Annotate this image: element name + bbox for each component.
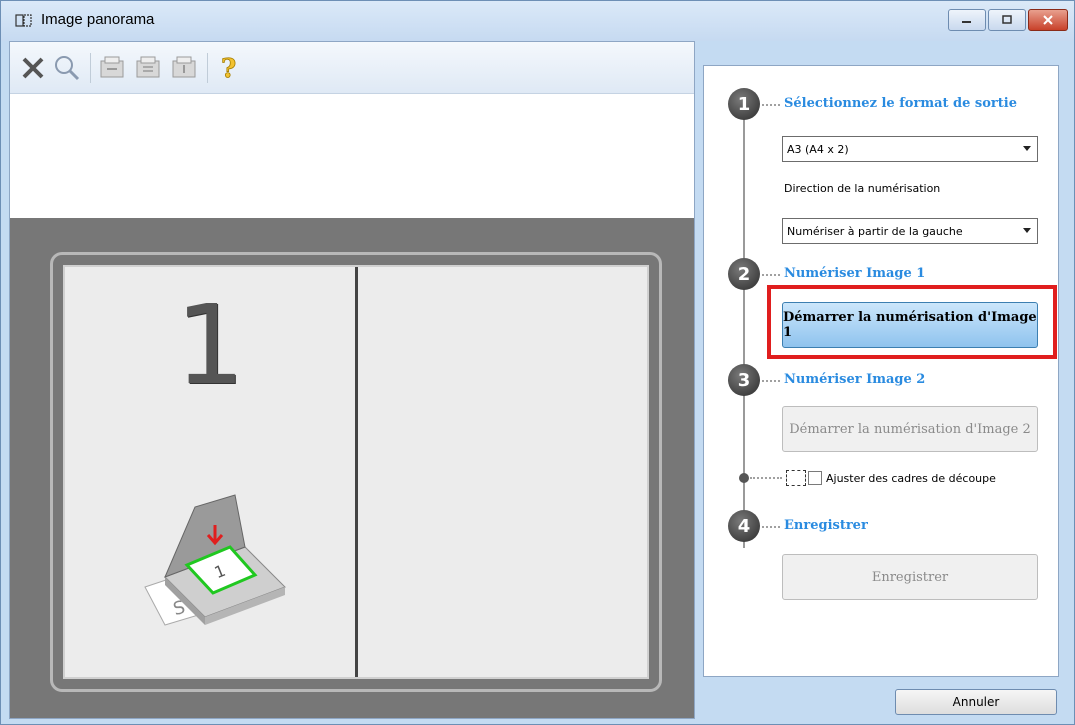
step1-label: Sélectionnez le format de sortie: [784, 96, 1017, 111]
step-connector: [762, 526, 780, 528]
window-controls: [946, 9, 1068, 31]
app-window: Image panorama ? 1 S 1 1 Sélectionnez le…: [0, 0, 1075, 725]
minimize-icon: [962, 21, 971, 23]
flip-button[interactable]: [167, 51, 201, 85]
step-badge-4: 4: [728, 510, 760, 542]
preview-area: 1 S 1: [10, 218, 694, 718]
delete-button[interactable]: [18, 51, 48, 85]
zoom-icon: [55, 55, 80, 80]
zoom-button[interactable]: [50, 51, 84, 85]
step2-label: Numériser Image 1: [784, 266, 926, 281]
scan-direction-select[interactable]: Numériser à partir de la gauche: [782, 218, 1038, 244]
rotate-left-icon: [100, 56, 124, 77]
image-slots: 1 S 1: [63, 265, 649, 679]
output-format-select[interactable]: A3 (A4 x 2): [782, 136, 1038, 162]
step-connector: [762, 104, 780, 106]
save-button[interactable]: Enregistrer: [782, 554, 1038, 600]
scanner-icon: S 1: [144, 494, 286, 626]
close-icon: [1043, 15, 1053, 25]
highlight-frame: [767, 285, 1057, 359]
rotate-right-icon: [136, 56, 160, 77]
maximize-icon: [1002, 15, 1012, 24]
flip-icon: [172, 56, 196, 77]
step-badge-1: 1: [728, 88, 760, 120]
preview-pane: ? 1 S 1: [9, 41, 695, 719]
timeline-dot: [739, 473, 749, 483]
delete-icon: [22, 57, 44, 78]
chevron-down-icon: [1023, 146, 1031, 151]
toolbar-separator: [90, 52, 91, 83]
scan-bed: 1 S 1: [50, 252, 662, 692]
steps-pane: 1 Sélectionnez le format de sortie A3 (A…: [703, 65, 1059, 677]
help-button[interactable]: ?: [212, 51, 246, 85]
adjust-crop-checkbox[interactable]: [808, 471, 822, 485]
step-badge-3: 3: [728, 364, 760, 396]
crop-frame-icon: [786, 470, 806, 486]
title-bar: Image panorama: [1, 1, 1074, 41]
image-slot-number: 1: [175, 281, 245, 409]
rotate-right-button[interactable]: [131, 51, 165, 85]
output-format-value: A3 (A4 x 2): [787, 142, 849, 156]
cancel-button[interactable]: Annuler: [895, 689, 1057, 715]
svg-text:?: ?: [221, 54, 236, 83]
step-badge-2: 2: [728, 258, 760, 290]
scan-direction-label: Direction de la numérisation: [784, 182, 941, 195]
start-scan-image2-button[interactable]: Démarrer la numérisation d'Image 2: [782, 406, 1038, 452]
toolbar: ?: [10, 42, 694, 94]
step4-label: Enregistrer: [784, 518, 868, 533]
maximize-button[interactable]: [988, 9, 1026, 31]
adjust-crop-row[interactable]: Ajuster des cadres de découpe: [786, 470, 996, 486]
window-title: Image panorama: [41, 11, 155, 28]
toolbar-separator: [207, 52, 208, 83]
minimize-button[interactable]: [948, 9, 986, 31]
rotate-left-button[interactable]: [95, 51, 129, 85]
scan-direction-value: Numériser à partir de la gauche: [787, 224, 963, 238]
chevron-down-icon: [1023, 228, 1031, 233]
panorama-app-icon: [15, 14, 32, 27]
step3-label: Numériser Image 2: [784, 372, 926, 387]
step-connector: [762, 274, 780, 276]
slot-divider: [355, 267, 358, 677]
help-icon: ?: [221, 53, 237, 83]
close-button[interactable]: [1028, 9, 1068, 31]
adjust-crop-label: Ajuster des cadres de découpe: [826, 471, 996, 485]
step-connector: [762, 380, 780, 382]
step-connector: [750, 477, 782, 479]
